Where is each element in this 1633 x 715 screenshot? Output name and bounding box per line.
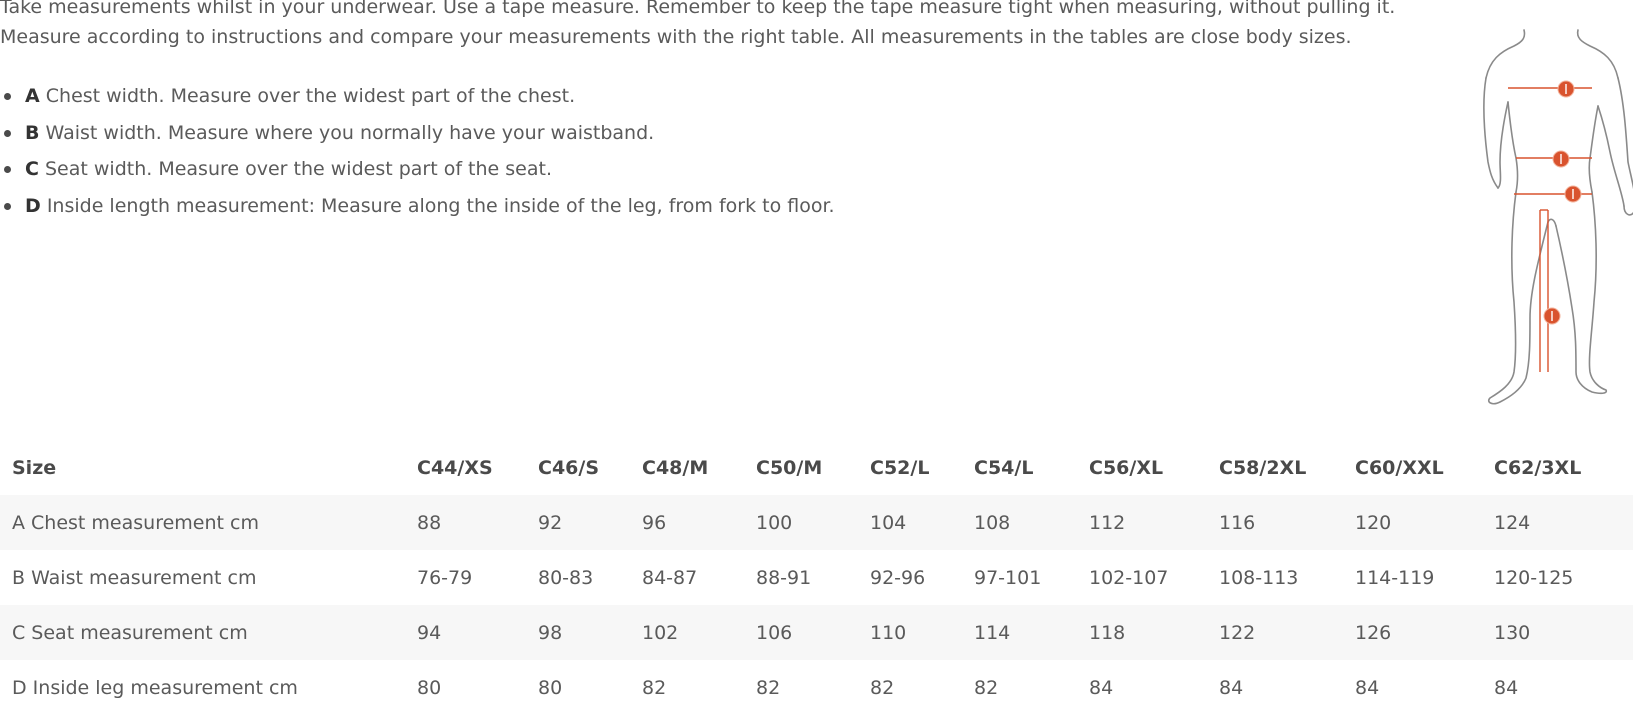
bullet-icon (4, 93, 11, 100)
table-cell: 106 (744, 605, 858, 660)
table-cell: 84 (1089, 676, 1114, 699)
row-label: C Seat measurement cm (0, 605, 405, 660)
column-header: C58/2XL (1219, 456, 1307, 479)
row-label: D Inside leg measurement cm (12, 676, 298, 699)
body-measurement-figure-icon (1478, 22, 1633, 422)
table-cell: 98 (526, 605, 630, 660)
instruction-text: Inside length measurement: Measure along… (40, 194, 835, 217)
instruction-item: A Chest width. Measure over the widest p… (0, 82, 835, 119)
table-cell: 120-125 (1494, 566, 1574, 589)
bullet-icon (4, 202, 11, 210)
table-cell: 84 (1494, 676, 1519, 699)
table-cell: 82 (756, 676, 781, 699)
table-cell: 80-83 (538, 566, 594, 589)
intro-line-1: Take measurements whilst in your underwe… (0, 0, 1396, 18)
instruction-key: B (25, 121, 40, 144)
bullet-icon (4, 129, 11, 137)
table-row: C Seat measurement cm 94 98 102 106 110 … (0, 605, 1633, 660)
column-header: C44/XS (417, 456, 493, 479)
table-cell: 84 (1355, 676, 1380, 699)
table-cell: 97-101 (974, 566, 1042, 589)
table-cell: 102 (630, 605, 744, 660)
table-cell: 108 (962, 495, 1077, 550)
table-cell: 110 (858, 605, 962, 660)
table-cell: 120 (1343, 495, 1482, 550)
table-cell: 92-96 (870, 566, 926, 589)
instruction-key: C (25, 158, 39, 180)
table-cell: 100 (744, 495, 858, 550)
table-cell: 126 (1343, 605, 1482, 660)
column-header: C56/XL (1089, 456, 1164, 479)
instruction-key: D (25, 194, 41, 217)
table-cell: 80 (538, 676, 563, 699)
instruction-text: Chest width. Measure over the widest par… (39, 85, 576, 107)
intro-line-2: Measure according to instructions and co… (0, 26, 1352, 48)
table-row: B Waist measurement cm 76-79 80-83 84-87… (0, 550, 1633, 605)
table-row: D Inside leg measurement cm 80 80 82 82 … (0, 660, 1633, 715)
column-header: Size (12, 456, 57, 479)
size-table: Size C44/XS C46/S C48/M C50/M C52/L C54/… (0, 440, 1633, 715)
column-header: C52/L (870, 456, 930, 479)
table-cell: 96 (630, 495, 744, 550)
instruction-text: Waist width. Measure where you normally … (39, 121, 655, 144)
table-cell: 76-79 (417, 566, 473, 589)
table-cell: 80 (417, 676, 442, 699)
table-cell: 116 (1207, 495, 1343, 550)
table-cell: 84 (1219, 676, 1244, 699)
table-cell: 88-91 (756, 566, 812, 589)
column-header: C54/L (974, 456, 1034, 479)
instruction-item: C Seat width. Measure over the widest pa… (0, 155, 835, 192)
table-cell: 114-119 (1355, 566, 1435, 589)
table-header-row: Size C44/XS C46/S C48/M C50/M C52/L C54/… (0, 440, 1633, 495)
table-cell: 88 (405, 495, 526, 550)
column-header: C60/XXL (1355, 456, 1444, 479)
table-cell: 114 (962, 605, 1077, 660)
instruction-item: B Waist width. Measure where you normall… (0, 119, 835, 156)
table-cell: 108-113 (1219, 566, 1299, 589)
table-cell: 92 (526, 495, 630, 550)
table-cell: 118 (1077, 605, 1207, 660)
table-cell: 84-87 (642, 566, 698, 589)
table-cell: 104 (858, 495, 962, 550)
measurement-instructions: A Chest width. Measure over the widest p… (0, 82, 835, 228)
instruction-text: Seat width. Measure over the widest part… (38, 158, 552, 180)
table-cell: 124 (1482, 495, 1633, 550)
table-cell: 82 (870, 676, 895, 699)
table-row: A Chest measurement cm 88 92 96 100 104 … (0, 495, 1633, 550)
row-label: A Chest measurement cm (0, 495, 405, 550)
column-header: C46/S (538, 456, 600, 479)
table-cell: 94 (405, 605, 526, 660)
column-header: C48/M (642, 456, 709, 479)
instruction-item: D Inside length measurement: Measure alo… (0, 192, 835, 229)
table-cell: 112 (1077, 495, 1207, 550)
table-cell: 102-107 (1089, 566, 1169, 589)
table-cell: 82 (974, 676, 999, 699)
column-header: C62/3XL (1494, 456, 1582, 479)
table-cell: 82 (642, 676, 667, 699)
column-header: C50/M (756, 456, 823, 479)
table-cell: 130 (1482, 605, 1633, 660)
table-cell: 122 (1207, 605, 1343, 660)
row-label: B Waist measurement cm (12, 566, 257, 589)
intro-text: Take measurements whilst in your underwe… (0, 0, 1420, 52)
bullet-icon (4, 166, 11, 173)
instruction-key: A (25, 85, 40, 107)
